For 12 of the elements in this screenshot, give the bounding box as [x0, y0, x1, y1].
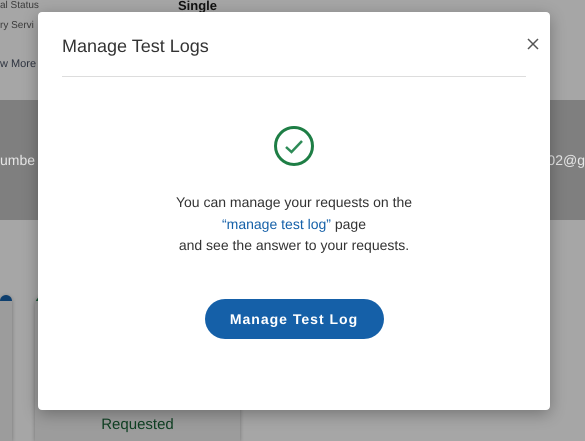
dialog-message: You can manage your requests on the “manage test log” page and see the answer to your requests. [176, 193, 412, 255]
close-button[interactable] [525, 36, 541, 52]
manage-test-log-button[interactable]: Manage Test Log [204, 298, 384, 338]
band-text: umbe [0, 152, 36, 168]
dialog-title: Manage Test Logs [62, 36, 209, 56]
status-text: Requested [101, 416, 174, 433]
close-icon [527, 38, 539, 50]
field-label: al Status [0, 0, 40, 13]
manage-test-log-link[interactable]: “manage test log” [222, 216, 331, 232]
field-value: Single [178, 0, 218, 15]
check-circle-icon [273, 125, 315, 167]
field-label: ry Servi [0, 20, 35, 33]
